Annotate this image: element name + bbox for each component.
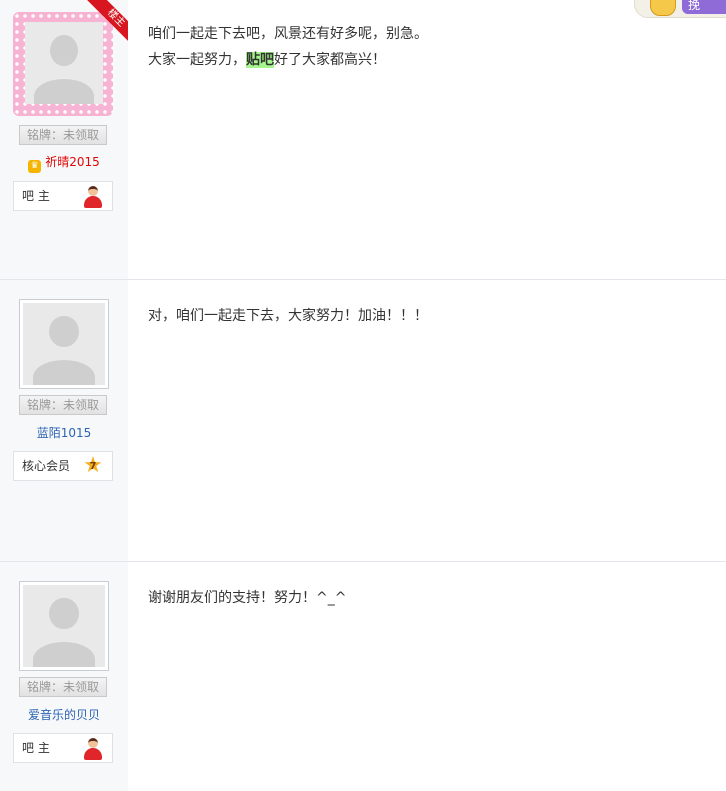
username-link[interactable]: 爱音乐的贝贝 [0,707,128,723]
post-item: 铭牌：未领取 爱音乐的贝贝 吧 主 谢谢朋友们的支持！努力！^_^ [0,562,726,791]
ribbon-label: 楼主 [86,0,128,42]
bazhu-person-icon [83,186,103,208]
medal-badge[interactable]: 铭牌：未领取 [19,677,107,697]
post-content-line: 大家一起努力，贴吧好了大家都高兴！ [148,47,428,73]
post-content-line: 对，咱们一起走下去，大家努力！加油！！！ [148,308,428,324]
text-span: 大家一起努力， [148,52,246,68]
rank-label: 吧 主 [22,741,50,755]
rank-badge[interactable]: 核心会员 ★ 7 [13,451,113,481]
username-text: 祈晴2015 [45,155,100,169]
post-content: 谢谢朋友们的支持！努力！^_^ [148,585,346,611]
rank-badge[interactable]: 吧 主 [13,181,113,211]
post-content-line: 谢谢朋友们的支持！努力！^_^ [148,590,347,606]
level-number: 7 [89,461,97,472]
rank-label: 核心会员 [22,459,71,473]
bazhu-person-icon [83,738,103,760]
post-content: 咱们一起走下去吧，风景还有好多呢，别急。 大家一起努力，贴吧好了大家都高兴！ [148,21,428,73]
tieba-keyword-link[interactable]: 贴吧 [246,52,274,68]
avatar[interactable] [19,581,109,671]
medal-badge[interactable]: 铭牌：未领取 [19,125,107,145]
post-item: 楼主 铭牌：未领取 ♛ 祈晴2015 吧 主 咱们一起走下去吧，风景还有好多呢，别… [0,0,726,280]
post-content-line: 咱们一起走下去吧，风景还有好多呢，别急。 [148,26,428,42]
medal-badge[interactable]: 铭牌：未领取 [19,395,107,415]
level-star-icon: ★ 7 [83,453,103,478]
vip-icon: ♛ [28,160,42,173]
post-content: 对，咱们一起走下去，大家努力！加油！！！ [148,303,428,329]
rank-badge[interactable]: 吧 主 [13,733,113,763]
text-span: 好了大家都高兴！ [274,52,386,68]
louzhu-ribbon: 楼主 [86,0,128,42]
username-link[interactable]: 蓝陌1015 [0,425,128,441]
username-link[interactable]: ♛ 祈晴2015 [0,154,128,173]
post-item: 铭牌：未领取 蓝陌1015 核心会员 ★ 7 对，咱们一起走下去，大家努力！加油！… [0,280,726,562]
rank-label: 吧 主 [22,189,50,203]
avatar[interactable] [19,299,109,389]
